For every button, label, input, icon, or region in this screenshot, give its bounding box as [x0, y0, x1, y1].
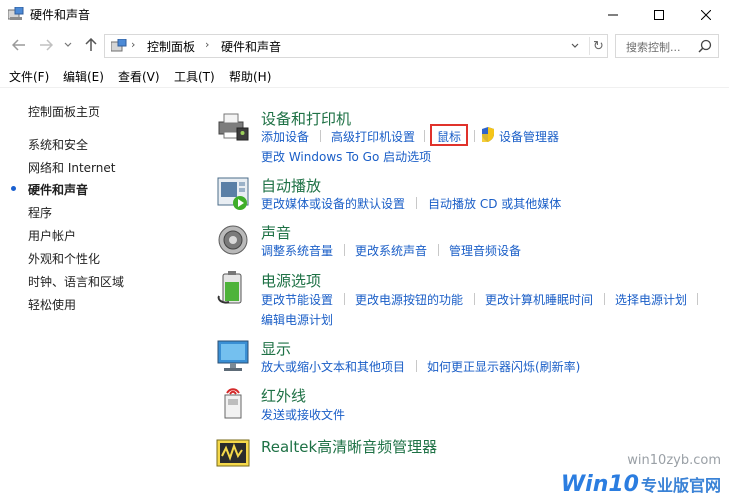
sidebar-item-user-accounts[interactable]: 用户帐户: [28, 227, 76, 244]
forward-button[interactable]: [37, 36, 55, 54]
sidebar: 控制面板主页 系统和安全 网络和 Internet 硬件和声音 程序 用户帐户 …: [0, 88, 200, 502]
breadcrumb-separator: ›: [131, 38, 136, 51]
maximize-button[interactable]: [636, 0, 682, 30]
link-monitor-flicker[interactable]: 如何更正显示器闪烁(刷新率): [427, 358, 580, 375]
link-advanced-printer-settings[interactable]: 高级打印机设置: [331, 128, 415, 145]
menu-tools[interactable]: 工具(T): [174, 68, 215, 85]
menu-help[interactable]: 帮助(H): [229, 68, 271, 85]
search-icon: [698, 39, 712, 53]
sidebar-item-hardware-sound: 硬件和声音: [28, 183, 89, 197]
link-change-power-saving[interactable]: 更改节能设置: [261, 291, 333, 308]
sidebar-item-programs[interactable]: 程序: [28, 204, 52, 221]
link-edit-power-plan[interactable]: 编辑电源计划: [261, 311, 333, 328]
link-separator: [697, 293, 698, 305]
autoplay-icon: [217, 177, 249, 210]
category-heading-autoplay[interactable]: 自动播放: [261, 175, 321, 196]
menu-view[interactable]: 查看(V): [118, 68, 160, 85]
address-dropdown-button[interactable]: [567, 38, 583, 54]
minimize-icon: [608, 14, 618, 16]
up-button[interactable]: [82, 36, 100, 54]
monitor-icon: [217, 340, 249, 371]
breadcrumb-hardware-sound[interactable]: 硬件和声音: [221, 38, 281, 55]
link-separator: [604, 293, 605, 305]
maximize-icon: [654, 10, 664, 20]
breadcrumb-separator: ›: [205, 38, 210, 51]
search-placeholder: 搜索控制...: [626, 41, 681, 54]
control-panel-icon: [8, 7, 24, 20]
link-change-power-button[interactable]: 更改电源按钮的功能: [355, 291, 463, 308]
link-default-media-settings[interactable]: 更改媒体或设备的默认设置: [261, 195, 405, 212]
menu-bar: 文件(F) 编辑(E) 查看(V) 工具(T) 帮助(H): [0, 62, 729, 88]
link-send-receive-files[interactable]: 发送或接收文件: [261, 406, 345, 423]
sidebar-home-link[interactable]: 控制面板主页: [28, 103, 100, 120]
category-heading-devices-printers[interactable]: 设备和打印机: [261, 108, 351, 129]
sidebar-item-ease-of-access[interactable]: 轻松使用: [28, 296, 76, 313]
watermark-brand: Win10 专业版官网: [561, 472, 721, 500]
back-button[interactable]: [10, 36, 28, 54]
link-add-device[interactable]: 添加设备: [261, 128, 309, 145]
link-separator: [474, 293, 475, 305]
watermark-url: win10zyb.com: [627, 453, 721, 468]
minimize-button[interactable]: [590, 0, 636, 30]
chevron-down-icon: [64, 42, 72, 47]
link-windows-to-go[interactable]: 更改 Windows To Go 启动选项: [261, 148, 431, 165]
category-heading-display[interactable]: 显示: [261, 338, 291, 359]
refresh-icon: ↻: [593, 38, 604, 54]
mouse-highlight-box: [430, 124, 468, 146]
link-separator: [416, 360, 417, 372]
link-autoplay-cd[interactable]: 自动播放 CD 或其他媒体: [428, 195, 561, 212]
watermark-brand-sub: 专业版官网: [640, 476, 721, 495]
link-adjust-volume[interactable]: 调整系统音量: [261, 242, 333, 259]
category-heading-infrared[interactable]: 红外线: [261, 385, 306, 406]
sidebar-item-system-security[interactable]: 系统和安全: [28, 136, 88, 153]
category-heading-realtek[interactable]: Realtek高清晰音频管理器: [261, 436, 437, 457]
battery-icon: [217, 271, 242, 304]
address-bar[interactable]: › 控制面板 › 硬件和声音 ↻: [104, 34, 608, 58]
sidebar-item-clock-region[interactable]: 时钟、语言和区域: [28, 273, 124, 290]
sidebar-item-appearance[interactable]: 外观和个性化: [28, 250, 100, 267]
current-page-bullet: [11, 186, 16, 191]
search-input[interactable]: 搜索控制...: [615, 34, 719, 58]
navigation-bar: › 控制面板 › 硬件和声音 ↻ 搜索控制...: [0, 30, 729, 62]
refresh-button[interactable]: ↻: [589, 37, 607, 55]
link-manage-audio-devices[interactable]: 管理音频设备: [449, 242, 521, 259]
link-separator: [474, 130, 475, 142]
breadcrumb-control-panel[interactable]: 控制面板: [147, 38, 195, 55]
menu-edit[interactable]: 编辑(E): [63, 68, 104, 85]
speaker-icon: [218, 225, 248, 255]
link-resize-text[interactable]: 放大或缩小文本和其他项目: [261, 358, 405, 375]
infrared-icon: [224, 388, 242, 419]
link-separator: [320, 130, 321, 142]
link-change-sleep-time[interactable]: 更改计算机睡眠时间: [485, 291, 593, 308]
close-button[interactable]: [683, 0, 729, 30]
link-separator: [344, 244, 345, 256]
chevron-down-icon: [571, 43, 579, 48]
sidebar-item-network[interactable]: 网络和 Internet: [28, 159, 115, 176]
control-panel-icon: [111, 39, 127, 52]
uac-shield-icon: [482, 127, 494, 142]
close-icon: [701, 10, 711, 20]
category-heading-sound[interactable]: 声音: [261, 222, 291, 243]
link-separator: [416, 197, 417, 209]
window-title: 硬件和声音: [30, 8, 91, 22]
link-change-system-sounds[interactable]: 更改系统声音: [355, 242, 427, 259]
link-device-manager[interactable]: 设备管理器: [499, 128, 559, 145]
link-separator: [438, 244, 439, 256]
forward-arrow-icon: [40, 39, 53, 51]
watermark-brand-main: Win10: [560, 472, 639, 497]
link-separator: [424, 130, 425, 142]
category-heading-power-options[interactable]: 电源选项: [261, 270, 321, 291]
recent-locations-button[interactable]: [62, 36, 74, 54]
link-choose-power-plan[interactable]: 选择电源计划: [615, 291, 687, 308]
link-separator: [344, 293, 345, 305]
up-arrow-icon: [85, 38, 97, 51]
printer-icon: [218, 113, 249, 141]
back-arrow-icon: [12, 39, 25, 51]
menu-file[interactable]: 文件(F): [9, 68, 49, 85]
realtek-audio-icon: [216, 439, 250, 467]
title-bar: 硬件和声音: [0, 0, 729, 30]
